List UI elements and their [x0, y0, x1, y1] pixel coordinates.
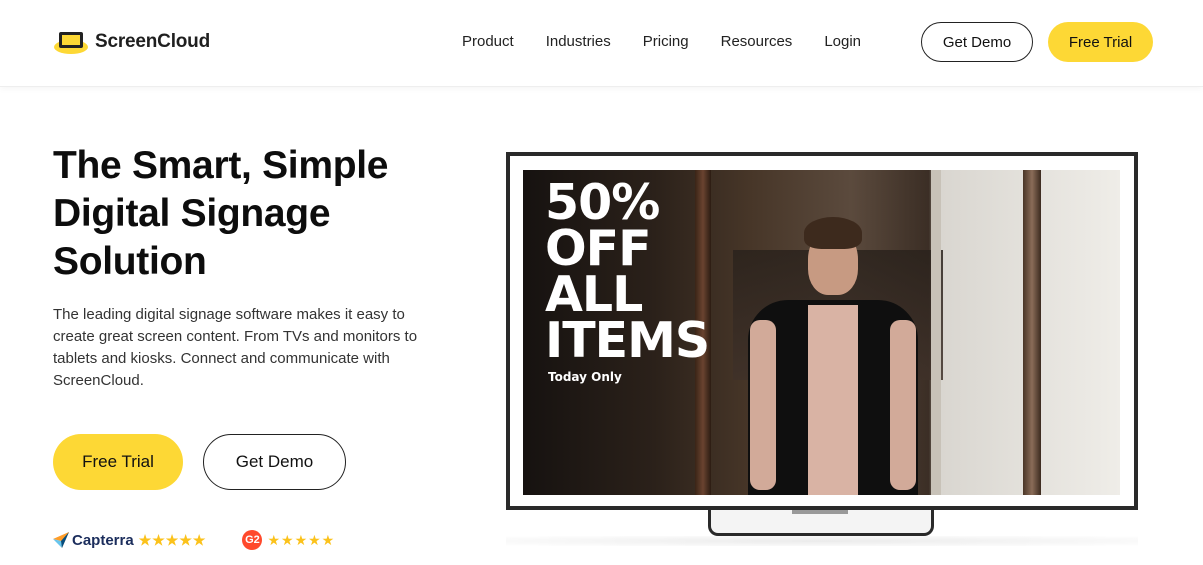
- nav-links: Product Industries Pricing Resources Log…: [462, 31, 893, 53]
- g2-logo-icon: G2: [242, 530, 263, 550]
- screencloud-logo-icon: [53, 29, 89, 55]
- tv-bezel: 50% OFF ALL ITEMS Today Only: [510, 156, 1134, 506]
- nav-link-resources[interactable]: Resources: [721, 31, 793, 53]
- person-hair: [804, 217, 862, 249]
- person-arm: [750, 320, 776, 490]
- hero-title: The Smart, Simple Digital Signage Soluti…: [53, 144, 389, 283]
- mirror-frame: [931, 170, 941, 495]
- tv-shadow: [506, 536, 1138, 546]
- capterra-logo-icon: [53, 532, 69, 548]
- hero-get-demo-button[interactable]: Get Demo: [203, 434, 346, 490]
- tv-stand-base: [792, 510, 848, 514]
- promo-line: ITEMS: [545, 312, 710, 369]
- ratings-row: Capterra ★★★★★ G2 ★★★★★: [53, 530, 335, 550]
- promo-subtext: Today Only: [548, 370, 622, 384]
- brand-name: ScreenCloud: [95, 31, 210, 52]
- top-nav: ScreenCloud Product Industries Pricing R…: [0, 0, 1203, 87]
- tv-mockup: 50% OFF ALL ITEMS Today Only: [506, 152, 1138, 510]
- tv-screen-image: 50% OFF ALL ITEMS Today Only: [523, 170, 1120, 495]
- person-shirt: [808, 305, 858, 495]
- nav-link-product[interactable]: Product: [462, 31, 514, 53]
- nav-link-login[interactable]: Login: [824, 31, 861, 53]
- g2-stars: ★★★★★: [267, 531, 336, 548]
- hero-subtitle: The leading digital signage software mak…: [53, 306, 418, 389]
- brand-logo[interactable]: ScreenCloud: [53, 28, 210, 56]
- capterra-rating[interactable]: Capterra ★★★★★: [53, 532, 206, 549]
- nav-link-industries[interactable]: Industries: [546, 31, 611, 53]
- nav-free-trial-button[interactable]: Free Trial: [1048, 22, 1153, 62]
- capterra-stars: ★★★★★: [138, 531, 207, 548]
- g2-rating[interactable]: G2 ★★★★★: [242, 530, 335, 550]
- promo-text: 50% OFF ALL ITEMS: [545, 178, 710, 369]
- person-arm: [890, 320, 916, 490]
- hero-free-trial-button[interactable]: Free Trial: [53, 434, 183, 490]
- nav-get-demo-button[interactable]: Get Demo: [921, 22, 1033, 62]
- nav-link-pricing[interactable]: Pricing: [643, 31, 689, 53]
- capterra-label: Capterra: [72, 531, 134, 549]
- wood-pillar: [1023, 170, 1041, 495]
